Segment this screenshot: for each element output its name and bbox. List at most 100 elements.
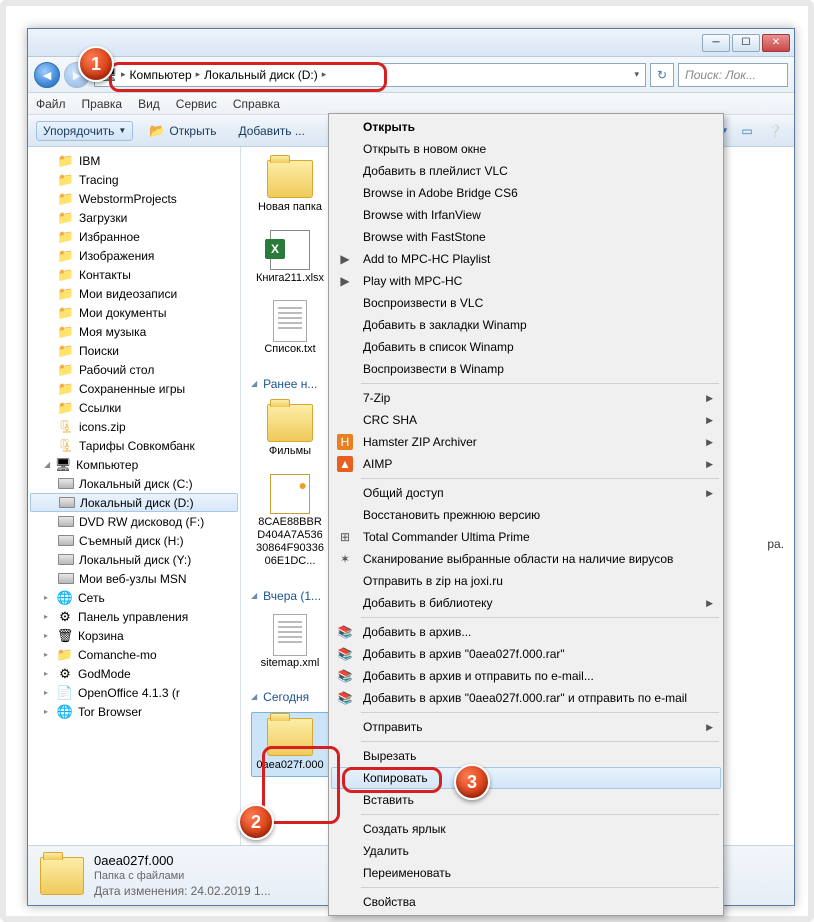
file-item[interactable]: Список.txt (251, 297, 329, 360)
tree-item[interactable]: ▸🗑Корзина (28, 626, 240, 645)
context-menu-item[interactable]: ✶Сканирование выбранные области на налич… (331, 548, 721, 570)
context-menu-item[interactable]: Открыть в новом окне (331, 138, 721, 160)
minimize-button[interactable]: ─ (702, 34, 730, 52)
tree-item[interactable]: ▸⚙GodMode (28, 664, 240, 683)
folder-icon: 📁 (58, 229, 74, 245)
add-button[interactable]: Добавить ... (232, 122, 310, 140)
menu-service[interactable]: Сервис (176, 97, 217, 111)
menu-edit[interactable]: Правка (82, 97, 123, 111)
context-menu-item[interactable]: Копировать (331, 767, 721, 789)
context-menu-item[interactable]: Переименовать (331, 862, 721, 884)
context-menu-item[interactable]: Открыть (331, 116, 721, 138)
breadcrumb-drive-d[interactable]: Локальный диск (D:) (204, 68, 318, 82)
context-menu-item[interactable]: Общий доступ▶ (331, 482, 721, 504)
help-button[interactable]: ❔ (764, 120, 786, 142)
maximize-button[interactable]: ☐ (732, 34, 760, 52)
context-menu-item[interactable]: 7-Zip▶ (331, 387, 721, 409)
context-menu-item[interactable]: Восстановить прежнюю версию (331, 504, 721, 526)
tree-item[interactable]: 📁IBM (28, 151, 240, 170)
tree-item[interactable]: ▸📁Comanche-mo (28, 645, 240, 664)
file-item[interactable]: Книга211.xlsx (251, 226, 329, 289)
file-icon (266, 615, 314, 655)
context-menu-item[interactable]: Воспроизвести в VLC (331, 292, 721, 314)
context-menu-item[interactable]: Отправить▶ (331, 716, 721, 738)
menu-file[interactable]: Файл (36, 97, 66, 111)
context-menu-item[interactable]: ▶Add to MPC-HC Playlist (331, 248, 721, 270)
context-menu-item[interactable]: CRC SHA▶ (331, 409, 721, 431)
context-menu-item[interactable]: Свойства (331, 891, 721, 913)
chevron-down-icon[interactable]: ▾ (634, 69, 639, 80)
context-menu-item[interactable]: Удалить (331, 840, 721, 862)
tree-item[interactable]: 📁Ссылки (28, 398, 240, 417)
tree-item[interactable]: 📁Мои документы (28, 303, 240, 322)
drive-icon (58, 571, 74, 587)
tree-item[interactable]: ▸📄OpenOffice 4.1.3 (r (28, 683, 240, 702)
tree-item[interactable]: 🗜icons.zip (28, 417, 240, 436)
context-menu-item[interactable]: 📚Добавить в архив "0aea027f.000.rar" и о… (331, 687, 721, 709)
tree-item[interactable]: ▸⚙Панель управления (28, 607, 240, 626)
status-type: Папка с файлами (94, 870, 271, 882)
tree-drive[interactable]: Мои веб-узлы MSN (28, 569, 240, 588)
folder-open-icon: 📂 (149, 123, 165, 139)
tree-item[interactable]: 🗜Тарифы Совкомбанк (28, 436, 240, 455)
tree-item[interactable]: 📁Поиски (28, 341, 240, 360)
close-button[interactable]: ✕ (762, 34, 790, 52)
back-button[interactable]: ◄ (34, 62, 60, 88)
context-menu-item[interactable]: Воспроизвести в Winamp (331, 358, 721, 380)
context-menu: ОткрытьОткрыть в новом окнеДобавить в пл… (328, 113, 724, 916)
context-menu-item[interactable]: ▶Play with MPC-HC (331, 270, 721, 292)
context-menu-item[interactable]: Добавить в библиотеку▶ (331, 592, 721, 614)
tree-item[interactable]: ▸🌐Tor Browser (28, 702, 240, 721)
nav-tree[interactable]: 📁IBM📁Tracing📁WebstormProjects📁Загрузки📁И… (28, 147, 241, 845)
context-menu-item[interactable]: Вставить (331, 789, 721, 811)
context-menu-item[interactable]: 📚Добавить в архив "0aea027f.000.rar" (331, 643, 721, 665)
tree-item[interactable]: 📁Загрузки (28, 208, 240, 227)
context-menu-item[interactable]: Добавить в плейлист VLC (331, 160, 721, 182)
tree-item[interactable]: 📁Мои видеозаписи (28, 284, 240, 303)
context-menu-item[interactable]: Browse with FastStone (331, 226, 721, 248)
search-input[interactable]: Поиск: Лок... (678, 63, 788, 87)
context-menu-item[interactable]: Browse with IrfanView (331, 204, 721, 226)
menu-view[interactable]: Вид (138, 97, 160, 111)
context-menu-item[interactable]: 📚Добавить в архив и отправить по e-mail.… (331, 665, 721, 687)
file-item[interactable]: Новая папка (251, 155, 329, 218)
context-menu-item[interactable]: Вырезать (331, 745, 721, 767)
tree-item[interactable]: 📁Сохраненные игры (28, 379, 240, 398)
tree-item[interactable]: 📁Моя музыка (28, 322, 240, 341)
context-menu-item[interactable]: ▲AIMP▶ (331, 453, 721, 475)
file-item[interactable]: 8CAE88BBRD404A7A53630864F9033606E1DC... (251, 470, 329, 573)
context-menu-item[interactable]: Browse in Adobe Bridge CS6 (331, 182, 721, 204)
tree-item[interactable]: 📁Избранное (28, 227, 240, 246)
file-item[interactable]: 0aea027f.000 (251, 712, 329, 777)
tree-item[interactable]: ▸🌐Сеть (28, 588, 240, 607)
context-menu-item[interactable]: HHamster ZIP Archiver▶ (331, 431, 721, 453)
menu-item-icon: ⊞ (337, 529, 353, 545)
chevron-right-icon: ▸ (121, 69, 126, 80)
context-menu-item[interactable]: Добавить в список Winamp (331, 336, 721, 358)
context-menu-item[interactable]: Создать ярлык (331, 818, 721, 840)
preview-pane-button[interactable]: ▭ (736, 120, 758, 142)
tree-item[interactable]: 📁Контакты (28, 265, 240, 284)
refresh-button[interactable]: ↻ (650, 63, 674, 87)
context-menu-item[interactable]: 📚Добавить в архив... (331, 621, 721, 643)
tree-drive[interactable]: DVD RW дисковод (F:) (28, 512, 240, 531)
tree-item[interactable]: 📁WebstormProjects (28, 189, 240, 208)
tree-drive[interactable]: Локальный диск (Y:) (28, 550, 240, 569)
menu-help[interactable]: Справка (233, 97, 280, 111)
breadcrumb-computer[interactable]: Компьютер (130, 68, 192, 82)
tree-item[interactable]: 📁Изображения (28, 246, 240, 265)
tree-item[interactable]: 📁Рабочий стол (28, 360, 240, 379)
breadcrumb[interactable]: 🖥 ▸ Компьютер ▸ Локальный диск (D:) ▸ ▾ (94, 63, 646, 87)
organize-button[interactable]: Упорядочить▼ (36, 121, 133, 141)
context-menu-item[interactable]: Отправить в zip на joxi.ru (331, 570, 721, 592)
file-item[interactable]: sitemap.xml (251, 611, 329, 674)
tree-computer[interactable]: ◢ 🖥Компьютер (28, 455, 240, 474)
tree-item[interactable]: 📁Tracing (28, 170, 240, 189)
tree-drive[interactable]: Локальный диск (C:) (28, 474, 240, 493)
open-button[interactable]: 📂 Открыть (143, 121, 222, 141)
tree-drive[interactable]: Съемный диск (H:) (28, 531, 240, 550)
context-menu-item[interactable]: Добавить в закладки Winamp (331, 314, 721, 336)
file-item[interactable]: Фильмы (251, 399, 329, 462)
context-menu-item[interactable]: ⊞Total Commander Ultima Prime (331, 526, 721, 548)
tree-drive[interactable]: Локальный диск (D:) (30, 493, 238, 512)
